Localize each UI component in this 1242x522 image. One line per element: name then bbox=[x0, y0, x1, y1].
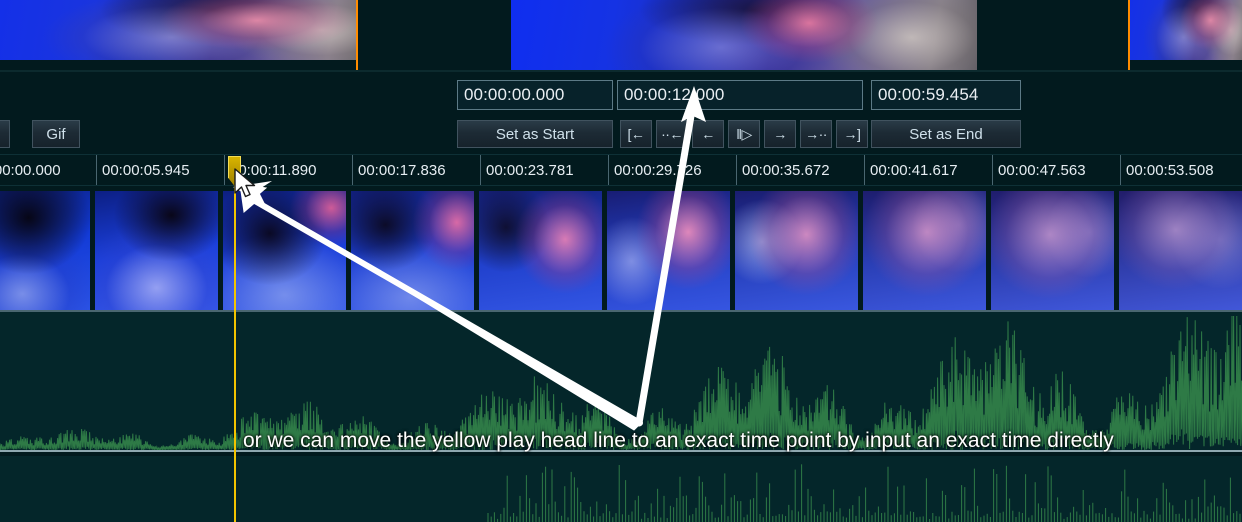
partial-left-button[interactable] bbox=[0, 120, 10, 148]
playback-toolbar: Gif Set as Start [← ··← ← ‖▷ → →·· →] Se… bbox=[0, 72, 1242, 154]
preview-frame-image-left bbox=[0, 0, 357, 60]
filmstrip-frame[interactable] bbox=[991, 191, 1114, 312]
ruler-tick[interactable]: 00:00:29.726 bbox=[608, 155, 736, 185]
current-time-input[interactable] bbox=[617, 80, 863, 110]
preview-pane-center[interactable] bbox=[511, 0, 977, 72]
filmstrip-frame[interactable] bbox=[223, 191, 346, 312]
filmstrip-thumbnails[interactable] bbox=[0, 186, 1242, 312]
filmstrip-frame[interactable] bbox=[1119, 191, 1242, 312]
filmstrip-frame[interactable] bbox=[735, 191, 858, 312]
preview-pane-left[interactable] bbox=[0, 0, 357, 72]
previous-frame-button[interactable]: ← bbox=[692, 120, 724, 148]
ruler-tick[interactable]: 00:00:00.000 bbox=[0, 155, 96, 185]
playhead-line[interactable] bbox=[234, 186, 236, 522]
video-editor-timeline: Gif Set as Start [← ··← ← ‖▷ → →·· →] Se… bbox=[0, 0, 1242, 522]
jump-to-end-button[interactable]: →] bbox=[836, 120, 868, 148]
video-preview-row bbox=[0, 0, 1242, 72]
mouse-cursor-icon bbox=[234, 168, 256, 198]
jump-to-start-button[interactable]: [← bbox=[620, 120, 652, 148]
ruler-tick[interactable]: 00:00:17.836 bbox=[352, 155, 480, 185]
filmstrip-frame[interactable] bbox=[863, 191, 986, 312]
ruler-tick[interactable]: 00:00:05.945 bbox=[96, 155, 224, 185]
set-as-end-button[interactable]: Set as End bbox=[871, 120, 1021, 148]
gif-button[interactable]: Gif bbox=[32, 120, 80, 148]
play-pause-button[interactable]: ‖▷ bbox=[728, 120, 760, 148]
filmstrip-frame[interactable] bbox=[95, 191, 218, 312]
preview-frame-image-center bbox=[511, 0, 977, 72]
audio-waveform-track-2[interactable] bbox=[0, 456, 1242, 522]
filmstrip-frame[interactable] bbox=[479, 191, 602, 312]
filmstrip-frame[interactable] bbox=[0, 191, 90, 312]
previous-keyframe-button[interactable]: ··← bbox=[656, 120, 688, 148]
ruler-tick[interactable]: 00:00:35.672 bbox=[736, 155, 864, 185]
preview-frame-image-right bbox=[1130, 0, 1242, 60]
ruler-tick[interactable]: 00:00:41.617 bbox=[864, 155, 992, 185]
end-time-input[interactable] bbox=[871, 80, 1021, 110]
set-as-start-button[interactable]: Set as Start bbox=[457, 120, 613, 148]
preview-divider-right[interactable] bbox=[1128, 0, 1130, 72]
timeline-ruler[interactable]: 00:00:00.00000:00:05.94500:00:11.89000:0… bbox=[0, 154, 1242, 186]
next-keyframe-button[interactable]: →·· bbox=[800, 120, 832, 148]
waveform-path-2 bbox=[487, 464, 1241, 522]
next-frame-button[interactable]: → bbox=[764, 120, 796, 148]
ruler-tick[interactable]: 00:00:23.781 bbox=[480, 155, 608, 185]
filmstrip-frame[interactable] bbox=[351, 191, 474, 312]
preview-pane-right[interactable] bbox=[1130, 0, 1242, 72]
filmstrip-frame[interactable] bbox=[607, 191, 730, 312]
start-time-input[interactable] bbox=[457, 80, 613, 110]
ruler-tick[interactable]: 00:00:47.563 bbox=[992, 155, 1120, 185]
annotation-caption: or we can move the yellow play head line… bbox=[243, 429, 1114, 452]
ruler-tick[interactable]: 00:00:53.508 bbox=[1120, 155, 1242, 185]
preview-divider-left[interactable] bbox=[356, 0, 358, 72]
